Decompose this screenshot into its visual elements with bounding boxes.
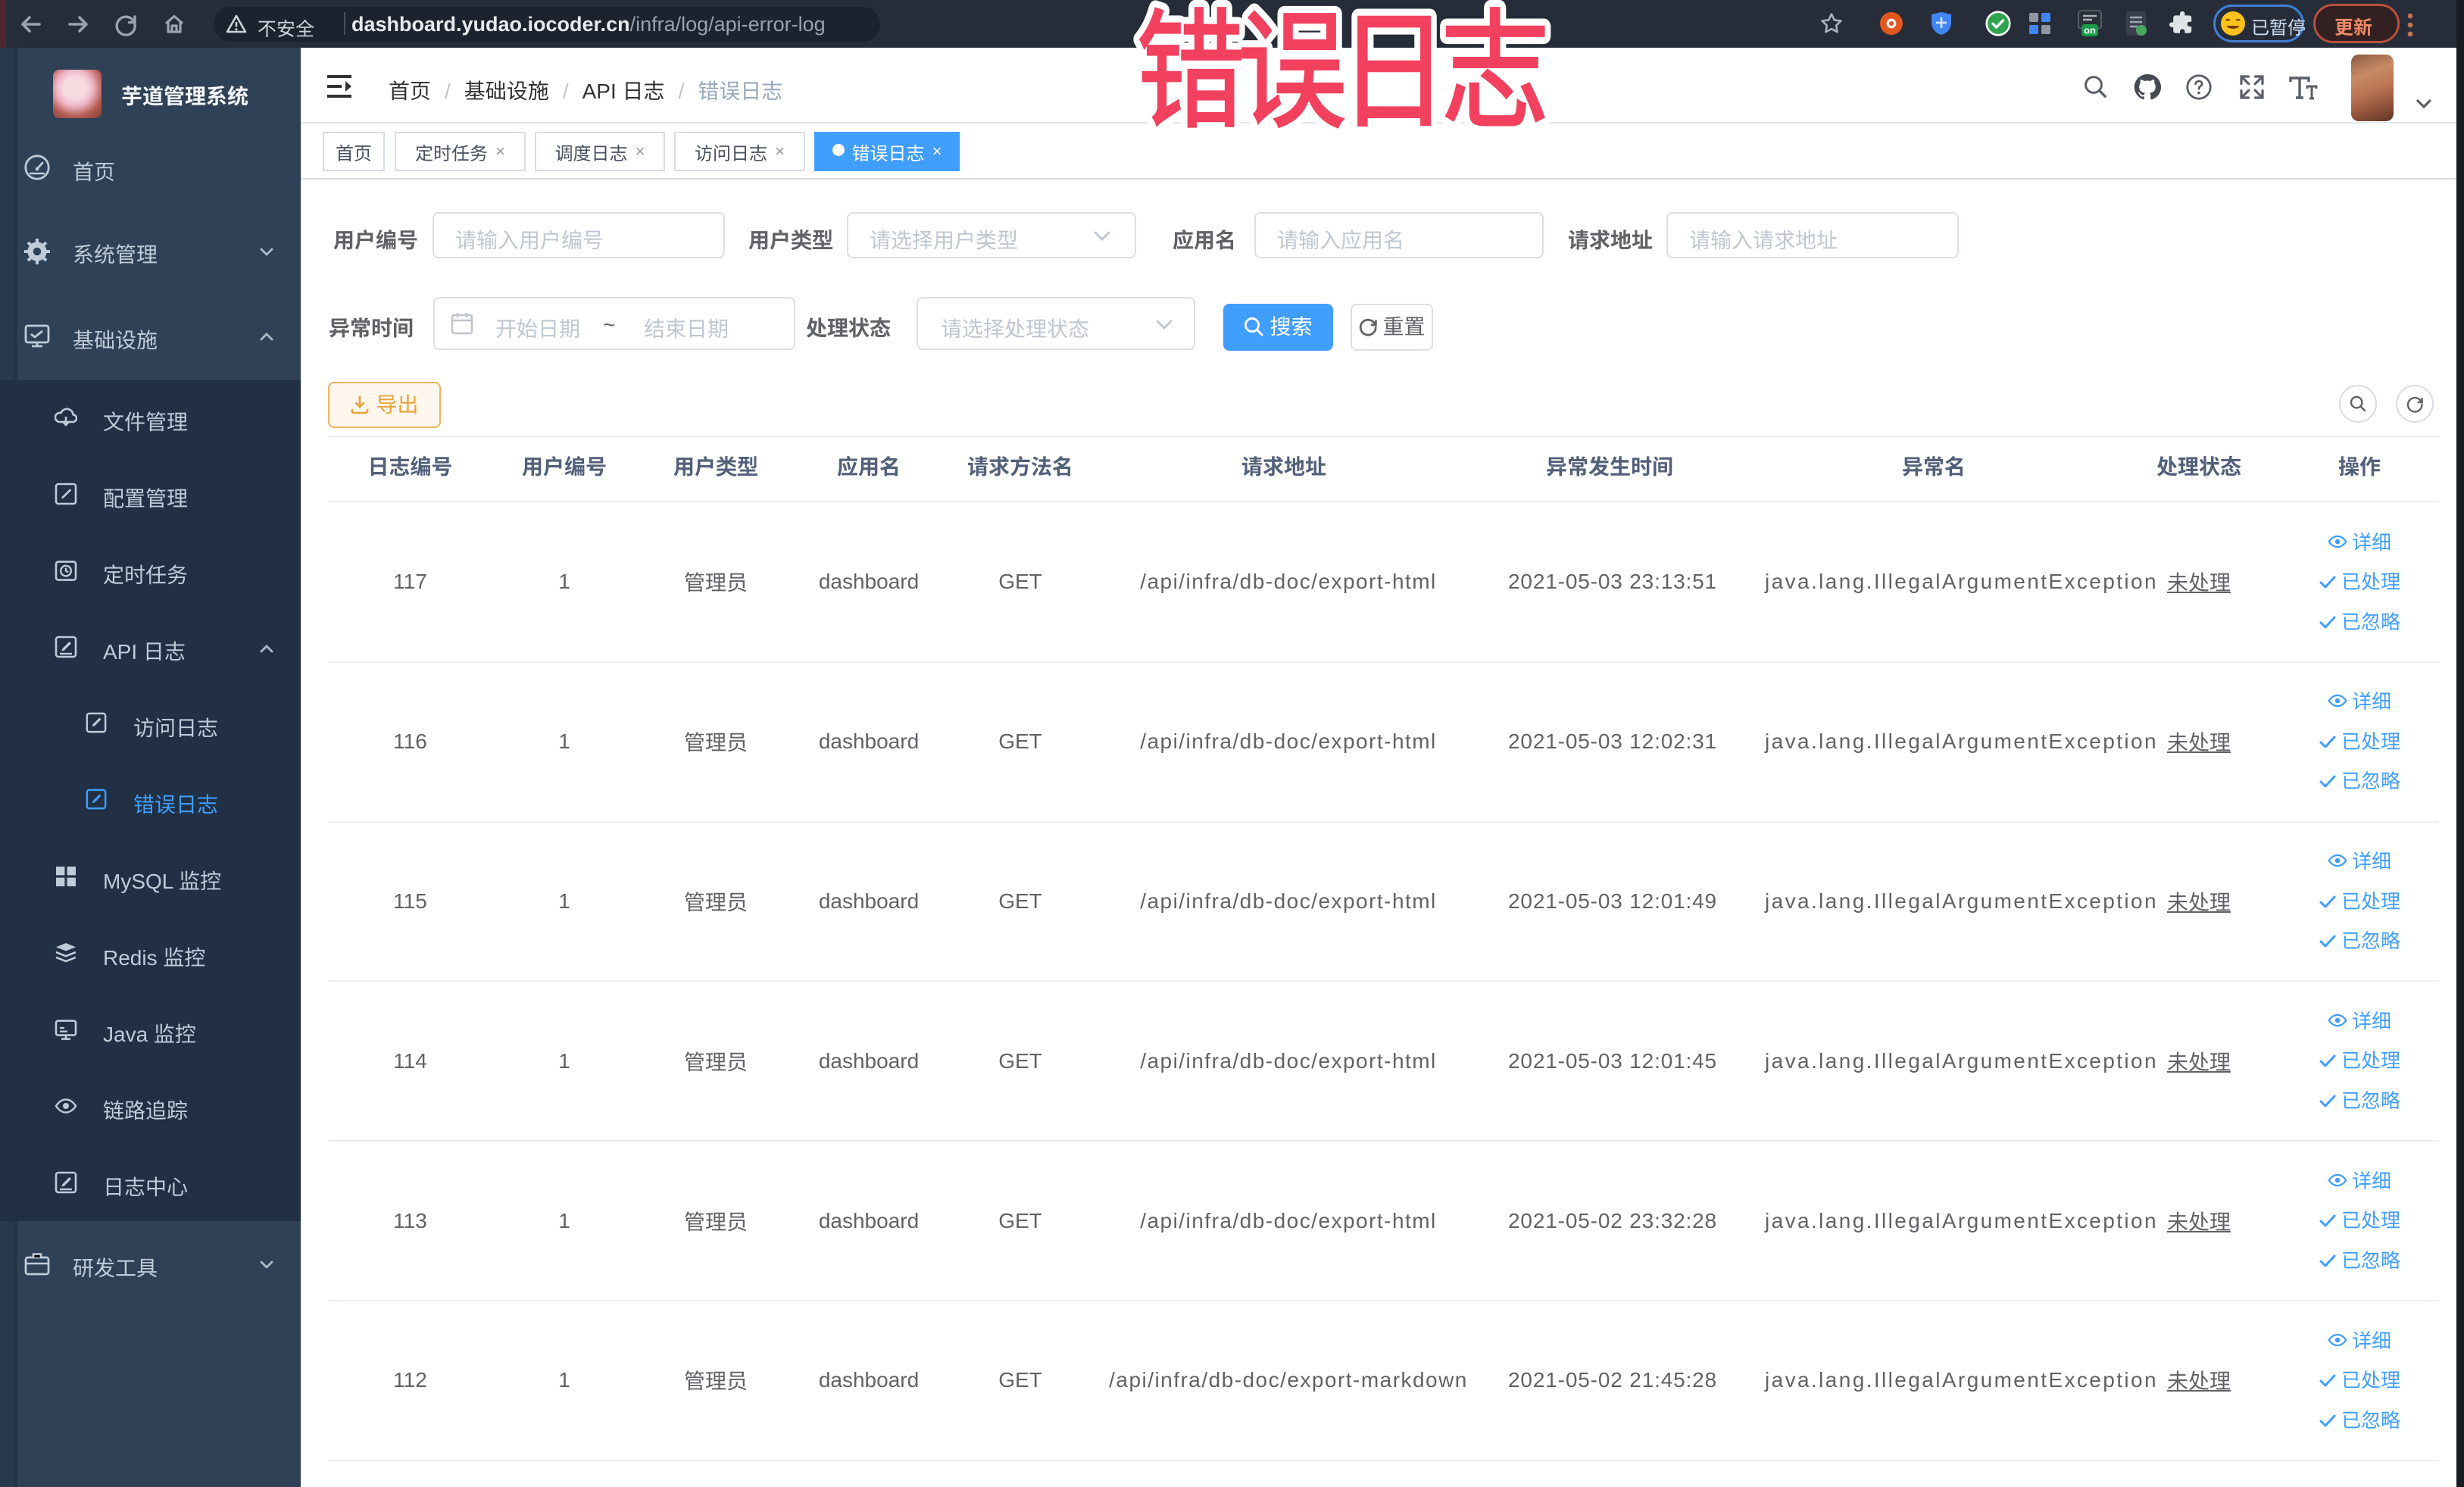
svg-text:on: on [2084,25,2096,36]
svg-text:错误日志: 错误日志 [1136,0,1544,144]
